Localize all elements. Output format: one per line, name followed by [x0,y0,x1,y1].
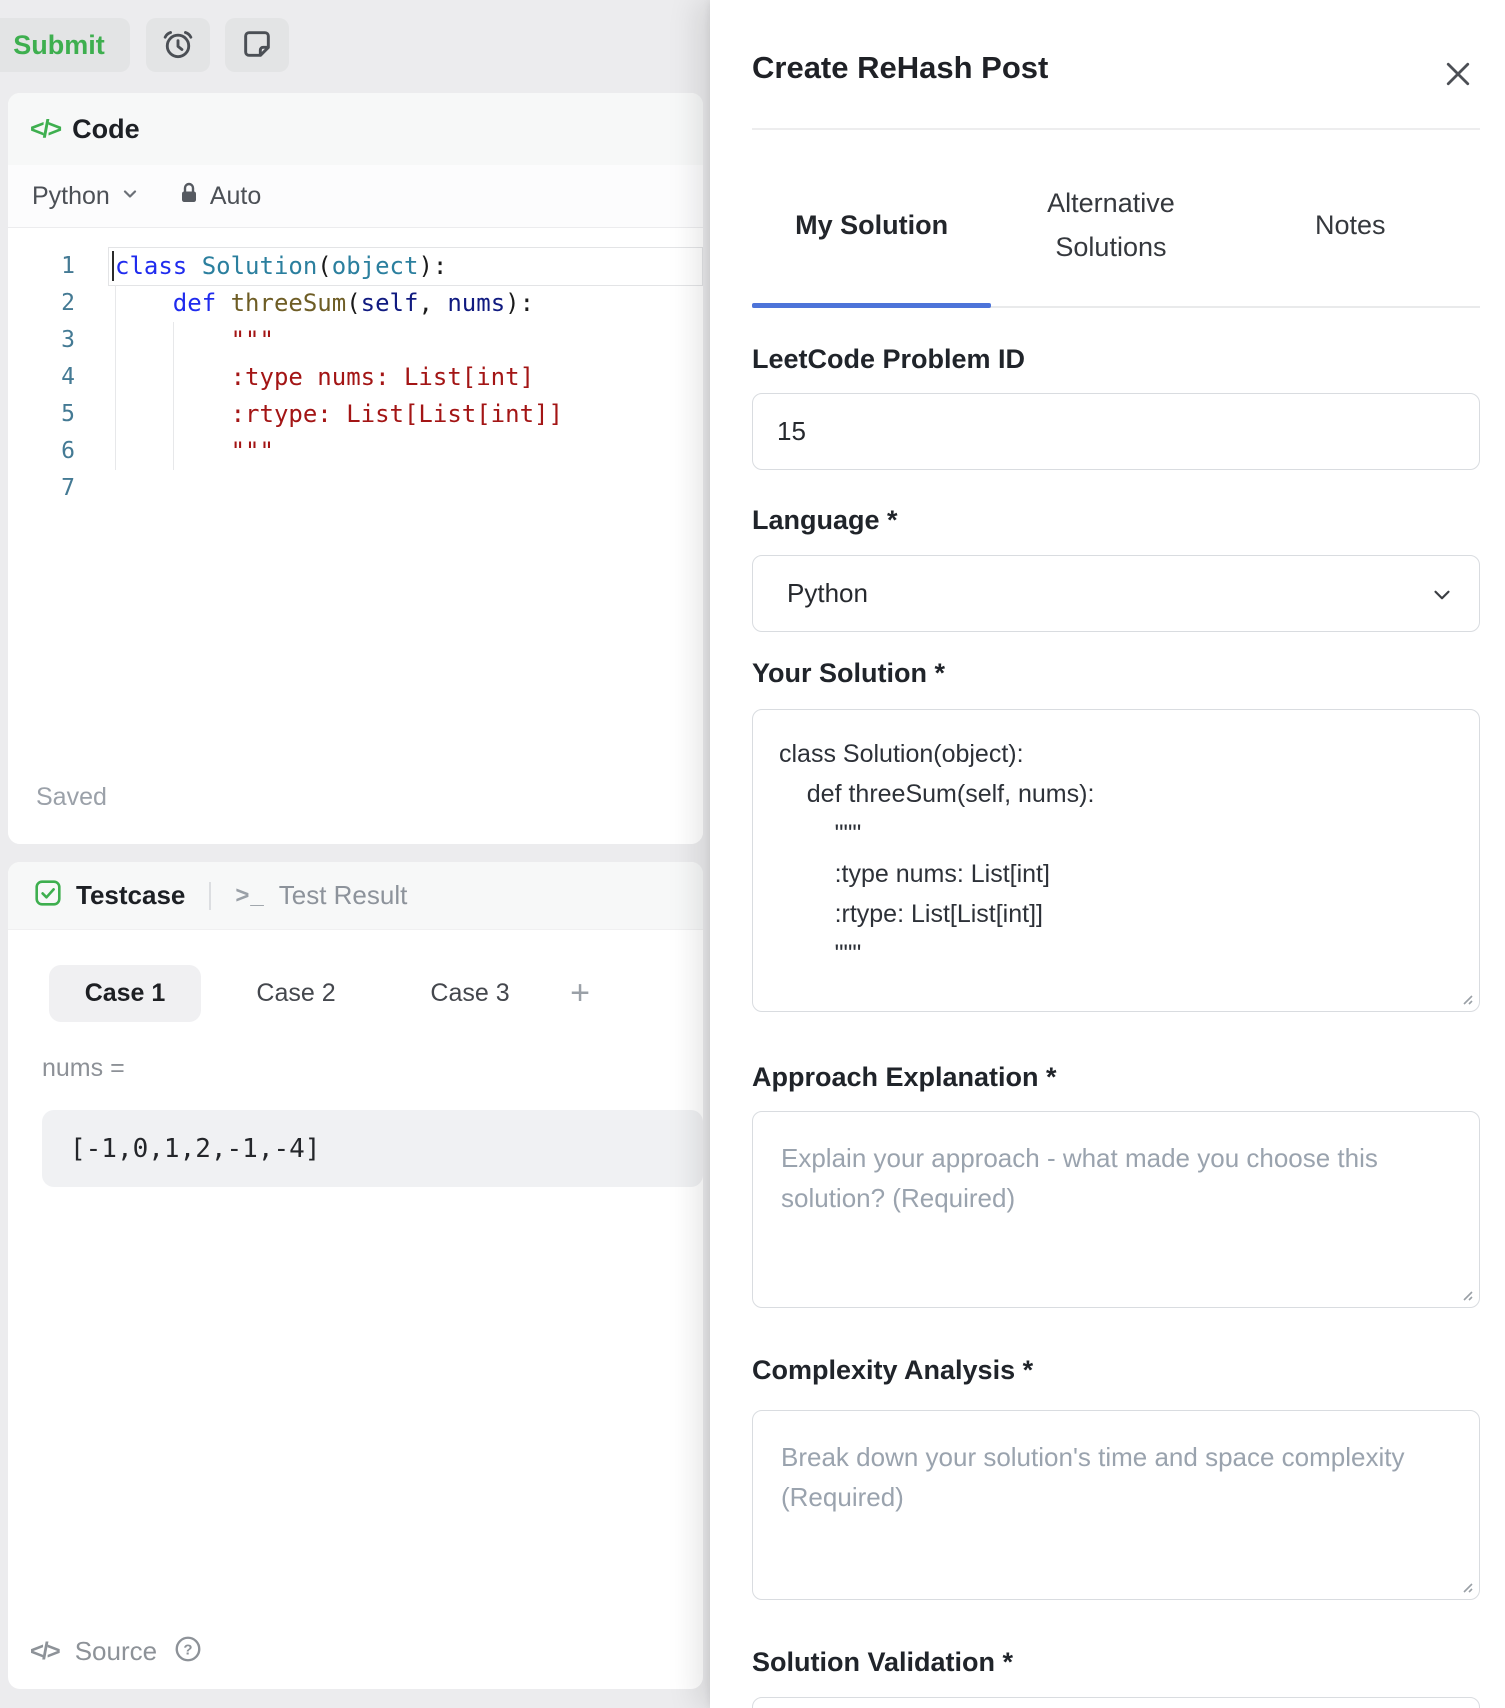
testcase-footer: </> Source ? [30,1634,203,1669]
source-link[interactable]: Source [75,1636,157,1667]
complexity-textarea[interactable] [752,1410,1480,1600]
problem-id-input[interactable] [752,393,1480,470]
timer-button[interactable] [146,18,210,72]
param-value-input[interactable]: [-1,0,1,2,-1,-4] [42,1110,703,1187]
terminal-icon: >_ [235,882,264,910]
code-editor[interactable]: 1class Solution(object):2 def threeSum(s… [8,229,703,844]
active-tab-indicator [752,303,991,308]
chevron-down-icon [1429,582,1455,615]
divider [209,882,211,910]
app-root: Submit </> Code [0,0,1505,1708]
code-line: 2 def threeSum(self, nums): [8,285,703,322]
case-tab-1[interactable]: Case 1 [49,965,201,1022]
case-tab-2[interactable]: Case 2 [217,965,375,1022]
help-icon[interactable]: ? [173,1634,203,1669]
solution-label: Your Solution * [752,658,945,689]
checkbox-check-icon [34,879,62,912]
notes-button[interactable] [225,18,289,72]
save-status: Saved [36,783,107,812]
code-panel-title: Code [72,114,140,145]
problem-id-label: LeetCode Problem ID [752,344,1025,375]
line-number: 3 [8,322,107,359]
param-value: [-1,0,1,2,-1,-4] [70,1134,320,1164]
param-label: nums = [42,1054,125,1083]
code-line: 4 :type nums: List[int] [8,359,703,396]
note-icon [241,28,273,63]
tab-my-solution[interactable]: My Solution [752,204,991,247]
case-tab-3[interactable]: Case 3 [391,965,549,1022]
solution-textarea[interactable]: class Solution(object): def threeSum(sel… [752,709,1480,1012]
drawer-tabs: My SolutionAlternative SolutionsNotes [752,168,1470,283]
tab-test-result[interactable]: Test Result [279,880,408,911]
auto-format-toggle[interactable]: Auto [178,181,261,212]
create-rehash-post-drawer: Create ReHash Post My SolutionAlternativ… [710,0,1505,1708]
language-label: Language * [752,505,898,536]
close-icon [1445,61,1471,90]
validation-label: Solution Validation * [752,1647,1013,1678]
tab-testcase[interactable]: Testcase [76,880,185,911]
line-number: 1 [8,248,107,285]
code-panel: </> Code Python Auto [8,93,703,844]
auto-label: Auto [210,182,261,211]
line-number: 5 [8,396,107,433]
add-case-button[interactable]: + [557,965,603,1022]
complexity-label: Complexity Analysis * [752,1355,1033,1386]
approach-label: Approach Explanation * [752,1062,1057,1093]
line-number: 4 [8,359,107,396]
submit-button[interactable]: Submit [0,18,130,72]
approach-textarea[interactable] [752,1111,1480,1308]
code-line: 6 """ [8,433,703,470]
svg-text:?: ? [184,1641,193,1658]
language-dropdown-value: Python [32,182,110,211]
tab-alternative-solutions[interactable]: Alternative Solutions [991,182,1230,268]
testcase-panel: Testcase >_ Test Result Case 1 Case 2 Case… [8,862,703,1689]
drawer-title: Create ReHash Post [752,50,1048,86]
divider [752,128,1480,130]
editor-toolbar: Python Auto [8,165,703,228]
alarm-clock-icon [161,27,195,64]
language-select[interactable]: Python [752,555,1480,632]
lock-icon [178,181,200,212]
chevron-down-icon [120,182,140,211]
line-number: 2 [8,285,107,322]
close-button[interactable] [1443,60,1473,90]
code-icon: </> [30,115,60,144]
language-select-value: Python [787,578,868,609]
line-number: 6 [8,433,107,470]
code-line: 1class Solution(object): [8,248,703,285]
code-line: 3 """ [8,322,703,359]
line-number: 7 [8,470,107,507]
code-lines: 1class Solution(object):2 def threeSum(s… [8,229,703,507]
tab-notes[interactable]: Notes [1231,204,1470,247]
code-line: 7 [8,470,703,507]
testcase-panel-header: Testcase >_ Test Result [8,862,703,930]
validation-input[interactable] [752,1697,1480,1708]
source-code-icon: </> [30,1638,59,1666]
code-line: 5 :rtype: List[List[int]] [8,396,703,433]
top-toolbar: Submit [0,0,710,93]
language-dropdown[interactable]: Python [32,182,140,211]
code-panel-header: </> Code [8,93,703,165]
